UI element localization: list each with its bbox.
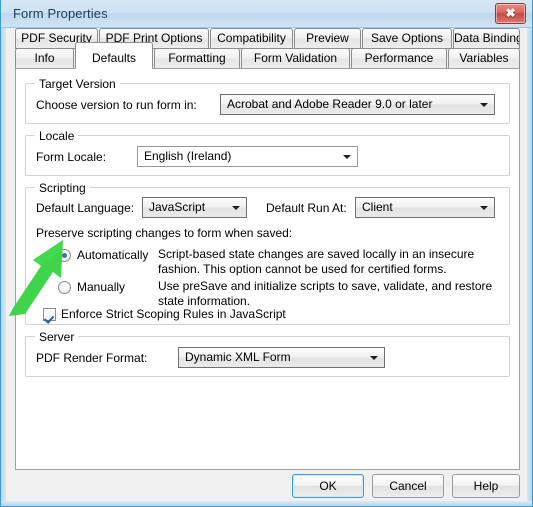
radio-desc-automatically-line2: fashion. This option cannot be used for … (158, 262, 447, 276)
label-form-locale: Form Locale: (36, 150, 107, 164)
radio-description-manually: Use preSave and initialize scripts to sa… (158, 279, 498, 309)
chevron-down-icon (343, 155, 351, 159)
tab-content-panel: Target Version Choose version to run for… (15, 68, 520, 470)
group-title-server: Server (35, 330, 79, 344)
chevron-down-icon (232, 206, 240, 210)
label-default-language: Default Language: (36, 201, 135, 215)
group-title-target-version: Target Version (35, 77, 120, 91)
tab-label: Info (34, 51, 55, 65)
pdf-render-format-combobox[interactable]: Dynamic XML Form (178, 347, 385, 368)
pdf-render-format-value: Dynamic XML Form (185, 350, 291, 364)
chevron-down-icon (480, 206, 488, 210)
tab-label: Compatibility (217, 31, 286, 45)
window-frame-bottom (1, 501, 532, 506)
form-properties-dialog: Form Properties ✖ PDF Security PDF Print … (0, 0, 533, 507)
tab-label: Variables (459, 51, 509, 65)
title-bar: Form Properties ✖ (1, 0, 532, 28)
help-button[interactable]: Help (452, 474, 520, 498)
window-frame-left (1, 0, 6, 506)
tab-label: Formatting (168, 51, 226, 65)
tab-defaults[interactable]: Defaults (75, 42, 153, 69)
tab-label: Preview (306, 31, 349, 45)
checkbox-enforce-strict-scoping[interactable] (43, 308, 56, 321)
label-default-run-at: Default Run At: (266, 201, 347, 215)
group-title-locale: Locale (35, 129, 79, 143)
group-target-version: Target Version Choose version to run for… (25, 77, 510, 124)
tab-variables[interactable]: Variables (448, 48, 520, 69)
checkbox-label-enforce-strict-scoping[interactable]: Enforce Strict Scoping Rules in JavaScri… (61, 307, 286, 321)
tab-label: Defaults (91, 51, 137, 65)
close-icon: ✖ (505, 6, 516, 20)
tab-label: Save Options (370, 31, 444, 45)
tab-form-validation[interactable]: Form Validation (241, 48, 350, 69)
radio-automatically[interactable] (58, 249, 71, 262)
target-version-combobox[interactable]: Acrobat and Adobe Reader 9.0 or later (220, 94, 495, 115)
chevron-down-icon (370, 356, 378, 360)
radio-label-automatically[interactable]: Automatically (77, 248, 148, 262)
radio-description-automatically: Script-based state changes are saved loc… (158, 247, 488, 277)
tab-compatibility[interactable]: Compatibility (210, 28, 293, 49)
cancel-button[interactable]: Cancel (372, 474, 444, 498)
ok-button[interactable]: OK (292, 474, 364, 498)
tab-strip: PDF Security PDF Print Options Compatibili… (1, 28, 532, 69)
group-scripting: Scripting Default Language: JavaScript D… (25, 181, 510, 325)
tab-data-binding[interactable]: Data Binding (453, 28, 520, 49)
form-locale-value: English (Ireland) (144, 149, 232, 163)
form-locale-combobox[interactable]: English (Ireland) (137, 146, 358, 167)
default-language-value: JavaScript (149, 200, 206, 214)
tab-save-options[interactable]: Save Options (362, 28, 452, 49)
tab-label: Form Validation (253, 51, 338, 65)
target-version-value: Acrobat and Adobe Reader 9.0 or later (227, 97, 433, 111)
radio-manually[interactable] (58, 281, 71, 294)
label-pdf-render-format: PDF Render Format: (36, 351, 148, 365)
label-choose-version: Choose version to run form in: (36, 98, 197, 112)
group-locale: Locale Form Locale: English (Ireland) (25, 129, 510, 176)
close-button[interactable]: ✖ (495, 3, 526, 24)
radio-desc-automatically-line1: Script-based state changes are saved loc… (158, 247, 475, 261)
radio-label-manually[interactable]: Manually (77, 280, 125, 294)
window-title: Form Properties (13, 6, 108, 21)
group-title-scripting: Scripting (35, 181, 90, 195)
tab-preview[interactable]: Preview (294, 28, 361, 49)
tab-info[interactable]: Info (15, 48, 74, 69)
tab-label: Performance (364, 51, 434, 65)
default-run-at-combobox[interactable]: Client (355, 197, 495, 218)
tab-label: Data Binding (454, 31, 520, 45)
default-language-combobox[interactable]: JavaScript (142, 197, 247, 218)
tab-performance[interactable]: Performance (351, 48, 447, 69)
group-server: Server PDF Render Format: Dynamic XML Fo… (25, 330, 510, 377)
chevron-down-icon (480, 103, 488, 107)
label-preserve-scripting: Preserve scripting changes to form when … (36, 226, 293, 240)
default-run-at-value: Client (362, 200, 393, 214)
radio-desc-manually-line1: Use preSave and initialize scripts to sa… (158, 279, 493, 293)
tab-formatting[interactable]: Formatting (154, 48, 240, 69)
window-frame-right (527, 0, 532, 506)
